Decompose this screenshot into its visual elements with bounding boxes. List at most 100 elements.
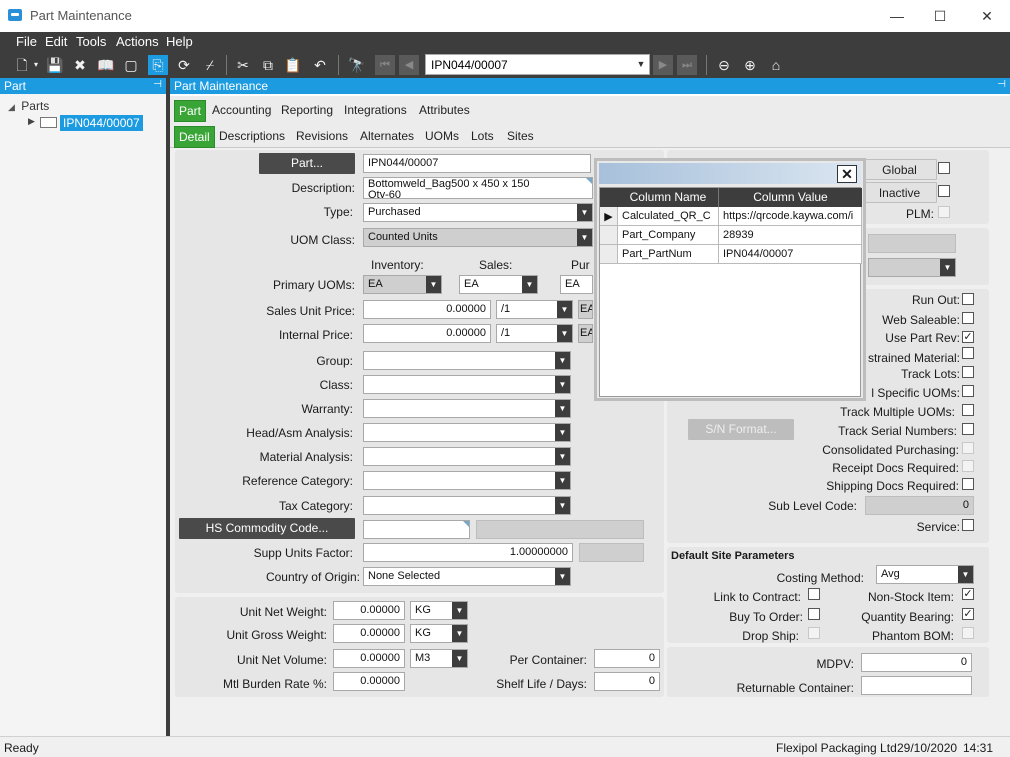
paste-icon[interactable]: 📋 <box>283 55 303 75</box>
group-select[interactable]: ▼ <box>363 351 571 370</box>
copy-icon[interactable]: ⧉ <box>258 55 278 75</box>
shipping-docs-required-checkbox[interactable] <box>962 478 974 490</box>
inactive-button[interactable]: Inactive <box>862 182 937 203</box>
menu-actions[interactable]: Actions <box>116 34 159 49</box>
chevron-down-icon[interactable]: ▼ <box>452 602 467 619</box>
supp-units-factor-field[interactable]: 1.00000000 <box>363 543 573 562</box>
prev-record-icon[interactable]: ◀ <box>399 55 419 75</box>
pin-icon[interactable]: ⊣ <box>997 79 1006 90</box>
description-field[interactable]: Bottomweld_Bag500 x 450 x 150 Qty-60 <box>363 177 593 199</box>
global-checkbox[interactable] <box>938 162 950 174</box>
unit-net-volume-field[interactable]: 0.00000 <box>333 649 405 668</box>
quantity-bearing-checkbox[interactable]: ✓ <box>962 608 974 620</box>
popup-title-bar[interactable]: ✕ <box>599 163 861 184</box>
global-button[interactable]: Global <box>862 159 937 180</box>
new-icon[interactable]: 🗋 <box>12 55 32 75</box>
sales-price-per-select[interactable]: /1 ▼ <box>496 300 573 319</box>
chevron-down-icon[interactable]: ▼ <box>577 204 592 221</box>
unit-net-volume-uom-select[interactable]: M3 ▼ <box>410 649 468 668</box>
menu-tools[interactable]: Tools <box>76 34 106 49</box>
country-of-origin-select[interactable]: None Selected ▼ <box>363 567 571 586</box>
specific-uoms-checkbox[interactable] <box>962 385 974 397</box>
chevron-down-icon[interactable]: ▼ <box>452 625 467 642</box>
reference-category-select[interactable]: ▼ <box>363 471 571 490</box>
close-icon[interactable]: ✕ <box>837 165 857 183</box>
type-select[interactable]: Purchased ▼ <box>363 203 593 222</box>
tab-descriptions[interactable]: Descriptions <box>219 126 285 146</box>
tree-root[interactable]: ◢ Parts <box>8 99 49 113</box>
chevron-down-icon[interactable]: ▼ <box>555 472 570 489</box>
table-cell[interactable]: https://qrcode.kaywa.com/i <box>719 207 862 226</box>
part-button[interactable]: Part... <box>259 153 355 174</box>
last-record-icon[interactable]: ⏭ <box>677 55 697 75</box>
service-checkbox[interactable] <box>962 519 974 531</box>
cut-icon[interactable]: ✂ <box>233 55 253 75</box>
unit-gross-weight-uom-select[interactable]: KG ▼ <box>410 624 468 643</box>
refresh-icon[interactable]: ⟳ <box>174 55 194 75</box>
table-cell[interactable]: 28939 <box>719 226 862 245</box>
sales-uom-select[interactable]: EA ▼ <box>459 275 538 294</box>
chevron-down-icon[interactable]: ▼ <box>557 325 572 342</box>
inventory-uom-select[interactable]: EA ▼ <box>363 275 442 294</box>
delete-icon[interactable]: ✖ <box>70 55 90 75</box>
tab-part[interactable]: Part <box>174 100 207 122</box>
table-cell[interactable]: Part_PartNum <box>618 245 719 264</box>
tab-reporting[interactable]: Reporting <box>281 100 333 120</box>
search-binoculars-icon[interactable]: 🔭 <box>347 55 367 75</box>
tab-accounting[interactable]: Accounting <box>212 100 271 120</box>
tab-alternates[interactable]: Alternates <box>360 126 414 146</box>
buy-to-order-checkbox[interactable] <box>808 608 820 620</box>
chevron-down-icon[interactable]: ▼ <box>555 424 570 441</box>
column-value-header[interactable]: Column Value <box>719 188 862 207</box>
undo-icon[interactable]: ↶ <box>310 55 330 75</box>
next-record-icon[interactable]: ▶ <box>653 55 673 75</box>
menu-file[interactable]: File <box>16 34 37 49</box>
chevron-down-icon[interactable]: ▼ <box>577 229 592 246</box>
unit-net-weight-uom-select[interactable]: KG ▼ <box>410 601 468 620</box>
table-cell[interactable]: Part_Company <box>618 226 719 245</box>
chevron-down-icon[interactable]: ▼ <box>940 259 955 276</box>
tab-uoms[interactable]: UOMs <box>425 126 459 146</box>
constrained-material-checkbox[interactable] <box>962 347 974 359</box>
head-asm-analysis-select[interactable]: ▼ <box>363 423 571 442</box>
track-multiple-uoms-checkbox[interactable] <box>962 404 974 416</box>
sales-unit-price-field[interactable]: 0.00000 <box>363 300 491 319</box>
home-icon[interactable]: ⌂ <box>766 55 786 75</box>
chevron-down-icon[interactable]: ▼ <box>452 650 467 667</box>
tax-category-select[interactable]: ▼ <box>363 496 571 515</box>
chevron-down-icon[interactable]: ▼ <box>426 276 441 293</box>
internal-price-field[interactable]: 0.00000 <box>363 324 491 343</box>
shelf-life-days-field[interactable]: 0 <box>594 672 660 691</box>
hs-commodity-code-button[interactable]: HS Commodity Code... <box>179 518 355 539</box>
mdpv-field[interactable]: 0 <box>861 653 972 672</box>
internal-price-uom[interactable]: EA <box>578 324 593 343</box>
menu-edit[interactable]: Edit <box>45 34 67 49</box>
chevron-down-icon[interactable]: ▼ <box>555 400 570 417</box>
chevron-down-icon[interactable]: ▼ <box>555 376 570 393</box>
non-stock-item-checkbox[interactable]: ✓ <box>962 588 974 600</box>
close-window-icon[interactable]: ✕ <box>977 6 997 26</box>
chevron-down-icon[interactable]: ▼ <box>555 448 570 465</box>
tab-sites[interactable]: Sites <box>507 126 534 146</box>
per-container-field[interactable]: 0 <box>594 649 660 668</box>
hs-commodity-code-field[interactable] <box>363 520 470 539</box>
save-icon[interactable]: 💾 <box>45 55 65 75</box>
run-out-checkbox[interactable] <box>962 293 974 305</box>
track-lots-checkbox[interactable] <box>962 366 974 378</box>
record-navigator[interactable]: IPN044/00007 ▼ <box>425 54 650 75</box>
chevron-down-icon[interactable]: ▼ <box>555 568 570 585</box>
tab-attributes[interactable]: Attributes <box>419 100 470 120</box>
chevron-down-icon[interactable]: ▼ <box>557 301 572 318</box>
class-select[interactable]: ▼ <box>363 375 571 394</box>
new-dropdown-icon[interactable]: ▾ <box>30 55 42 75</box>
tab-detail[interactable]: Detail <box>174 126 215 148</box>
table-cell[interactable]: Calculated_QR_C <box>618 207 719 226</box>
column-name-header[interactable]: Column Name <box>618 188 719 207</box>
chevron-down-icon[interactable]: ▼ <box>522 276 537 293</box>
back-icon[interactable]: ⊖ <box>714 55 734 75</box>
attachment-icon[interactable]: ⎘ <box>148 55 168 75</box>
chevron-down-icon[interactable]: ▼ <box>555 352 570 369</box>
uom-class-select[interactable]: Counted Units ▼ <box>363 228 593 247</box>
chevron-down-icon[interactable]: ▼ <box>555 497 570 514</box>
purchasing-uom-select[interactable]: EA <box>560 275 593 294</box>
